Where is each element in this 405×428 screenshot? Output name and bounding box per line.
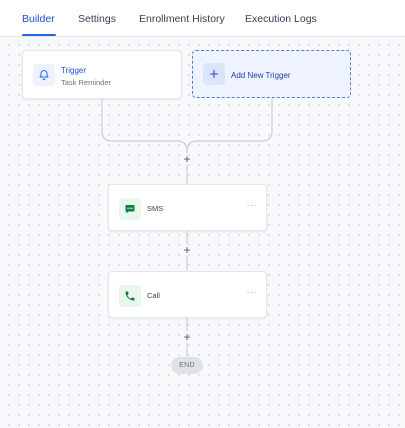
end-node: END (171, 357, 203, 374)
plus-icon (209, 69, 219, 79)
sms-icon-box (119, 198, 141, 220)
add-new-trigger-label: Add New Trigger (231, 71, 291, 80)
add-step-button[interactable]: + (181, 153, 193, 165)
action-card-call[interactable]: Call ··· (108, 271, 267, 318)
action-label-call: Call (147, 291, 160, 300)
action-card-sms[interactable]: SMS ··· (108, 184, 267, 231)
more-options-icon[interactable]: ··· (247, 287, 258, 297)
tab-settings[interactable]: Settings (78, 13, 116, 25)
trigger-title: Trigger (61, 66, 87, 75)
tab-enrollment-history[interactable]: Enrollment History (139, 13, 225, 25)
call-icon-box (119, 285, 141, 307)
more-options-icon[interactable]: ··· (247, 200, 258, 210)
trigger-card[interactable]: Trigger Task Reminder (22, 50, 182, 99)
chat-icon (125, 205, 135, 214)
add-step-button[interactable]: + (181, 244, 193, 256)
tab-bar: Builder Settings Enrollment History Exec… (0, 0, 405, 37)
tab-execution-logs[interactable]: Execution Logs (245, 13, 317, 25)
active-tab-indicator (22, 34, 56, 36)
trigger-icon-box (33, 64, 55, 86)
action-label-sms: SMS (147, 204, 164, 213)
phone-icon (125, 291, 135, 301)
tab-builder[interactable]: Builder (22, 13, 55, 25)
add-trigger-icon-box (203, 63, 225, 85)
add-step-button[interactable]: + (181, 331, 193, 343)
trigger-subtitle: Task Reminder (61, 78, 112, 87)
add-new-trigger-button[interactable]: Add New Trigger (192, 50, 351, 98)
bell-icon (39, 70, 49, 80)
